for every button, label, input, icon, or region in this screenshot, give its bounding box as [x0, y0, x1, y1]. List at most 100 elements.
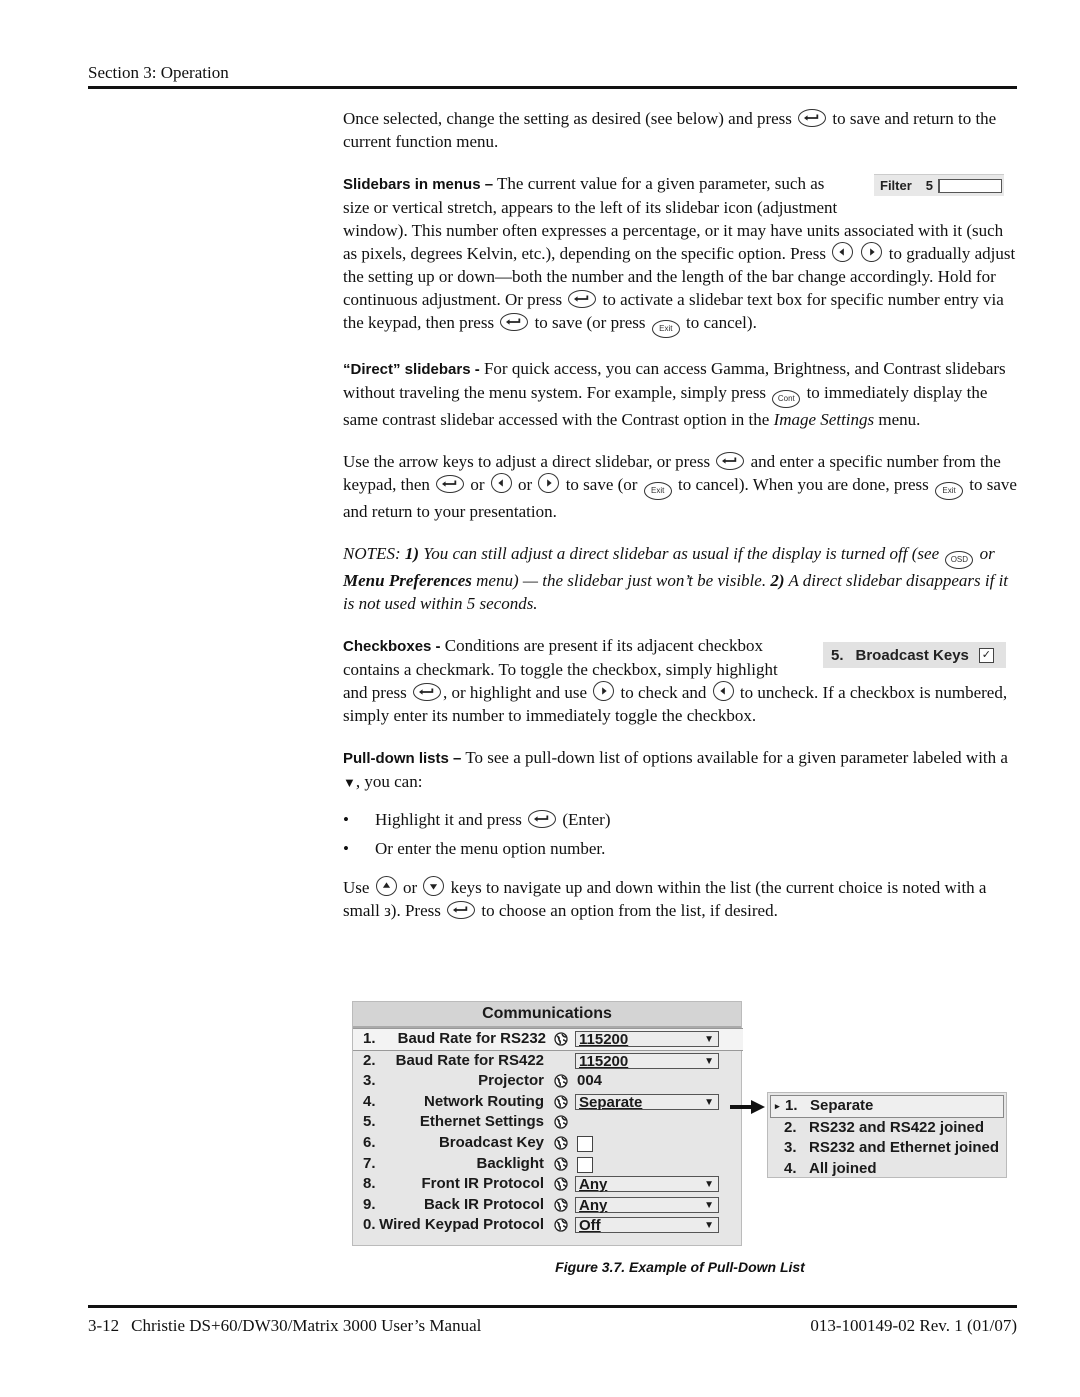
checkbox-label: Broadcast Keys	[855, 646, 969, 664]
dropdown-value: 115200	[579, 1031, 629, 1048]
menu-row-label: Network Routing	[424, 1092, 544, 1110]
popup-option-label: Separate	[810, 1097, 874, 1114]
checkboxes-heading: Checkboxes -	[343, 638, 441, 655]
notes-text: or	[975, 544, 995, 563]
enter-key-icon	[436, 475, 465, 493]
popup-option[interactable]: ▸ 1. Separate	[770, 1095, 1004, 1118]
left-arrow-key-icon	[832, 242, 854, 262]
menu-row[interactable]: 2. Baud Rate for RS422 115200 ▼	[353, 1051, 741, 1072]
filter-label: Filter	[880, 178, 912, 193]
menu-row[interactable]: 3. Projector 004	[353, 1071, 741, 1092]
dropdown-arrow-icon: ▼	[704, 1096, 714, 1108]
navigate-text: or	[402, 878, 418, 897]
pulldown-steps-list: • Highlight it and press (Enter) • Or en…	[343, 808, 1018, 860]
menu-row-label: Ethernet Settings	[419, 1113, 544, 1131]
dropdown-select[interactable]: Off ▼	[575, 1217, 719, 1234]
globe-icon	[554, 1074, 568, 1088]
menu-row-label: Baud Rate for RS422	[395, 1051, 544, 1069]
menu-row[interactable]: 6. Broadcast Key	[353, 1133, 741, 1154]
direct-slidebars-heading: “Direct” slidebars -	[343, 361, 480, 378]
dropdown-arrow-icon: ▼	[704, 1179, 714, 1191]
popup-option[interactable]: 2. RS232 and RS422 joined	[768, 1118, 1006, 1139]
osd-key-icon: OSD	[945, 551, 974, 569]
bullet-icon: •	[343, 839, 349, 858]
note-number: 2)	[770, 571, 785, 590]
up-arrow-key-icon	[375, 876, 397, 896]
menu-row[interactable]: 7. Backlight	[353, 1154, 741, 1175]
slidebars-text: to save (or press	[534, 313, 646, 332]
popup-option[interactable]: 3. RS232 and Ethernet joined	[768, 1138, 1006, 1159]
dropdown-select[interactable]: Any ▼	[575, 1176, 719, 1194]
enter-key-icon	[798, 109, 827, 127]
list-item: • Highlight it and press (Enter)	[343, 808, 1018, 831]
intro-text: Once selected, change the setting as des…	[343, 109, 792, 128]
menu-row-label: Broadcast Key	[438, 1133, 544, 1151]
dropdown-value: 115200	[579, 1052, 629, 1070]
notes-text: You can still adjust a direct slidebar a…	[419, 544, 944, 563]
direct-text: menu.	[878, 410, 921, 429]
menu-rows: 1. Baud Rate for RS232 115200 ▼ 2. Baud Rate …	[353, 1028, 743, 1236]
dropdown-select[interactable]: Separate ▼	[575, 1093, 719, 1110]
arrow-text: or	[470, 475, 485, 494]
dropdown-triangle-icon: ▼	[343, 775, 356, 790]
dropdown-value: Any	[579, 1176, 608, 1194]
right-arrow-key-icon	[538, 473, 560, 493]
menu-row[interactable]: 0. Wired Keypad Protocol Off ▼	[353, 1215, 741, 1236]
dropdown-arrow-icon: ▼	[704, 1199, 714, 1211]
pulldown-paragraph: Pull-down lists – To see a pull-down lis…	[343, 746, 1018, 794]
section-header: Section 3: Operation	[88, 62, 1017, 89]
popup-option-number: 4.	[784, 1159, 797, 1177]
list-item: • Or enter the menu option number.	[343, 837, 1018, 860]
notes-paragraph: NOTES: 1) You can still adjust a direct …	[343, 542, 1018, 615]
footer-left: 3-12 Christie DS+60/DW30/Matrix 3000 User…	[88, 1316, 481, 1336]
arrow-text: or	[518, 475, 533, 494]
globe-icon	[554, 1156, 568, 1171]
right-arrow-key-icon	[593, 681, 615, 701]
popup-items: ▸ 1. Separate 2. RS232 and RS422 joined 3. RS2…	[768, 1095, 1006, 1179]
dropdown-select[interactable]: Any ▼	[575, 1196, 719, 1214]
menu-row-number: 7.	[363, 1154, 376, 1172]
menu-row[interactable]: 4. Network Routing Separate ▼	[353, 1092, 741, 1113]
menu-row[interactable]: 1. Baud Rate for RS232 115200 ▼	[353, 1028, 743, 1051]
right-arrow-key-icon	[861, 242, 883, 262]
list-item-text: (Enter)	[562, 810, 611, 829]
checkbox[interactable]	[577, 1135, 593, 1152]
pulldown-text: , you can:	[355, 772, 423, 791]
arrow-text: to save (or	[565, 475, 638, 494]
navigate-paragraph: Use or keys to navigate up and down with…	[343, 876, 1018, 922]
menu-row[interactable]: 9. Back IR Protocol Any ▼	[353, 1195, 741, 1216]
network-routing-popup: ▸ 1. Separate 2. RS232 and RS422 joined 3. RS2…	[767, 1092, 1007, 1178]
slidebars-paragraph: Filter 5 Slidebars in menus – The curren…	[343, 172, 1018, 338]
filter-slidebar	[938, 178, 1003, 193]
checkmark-icon: ✓	[978, 647, 994, 663]
menu-row[interactable]: 8. Front IR Protocol Any ▼	[353, 1174, 741, 1195]
page-content: Once selected, change the setting as des…	[343, 107, 1018, 941]
enter-key-icon	[500, 313, 529, 331]
popup-option-number: 3.	[784, 1139, 797, 1156]
globe-icon	[554, 1198, 568, 1212]
exit-key-icon: Exit	[643, 482, 672, 500]
dropdown-arrow-icon: ▼	[704, 1034, 714, 1045]
page-number: 3-12	[88, 1316, 120, 1335]
dropdown-value: Any	[579, 1196, 608, 1214]
enter-key-icon	[412, 683, 441, 701]
arrow-text: to cancel). When you are done, press	[677, 475, 929, 494]
popup-option-label: All joined	[809, 1159, 877, 1177]
filter-slidebar-example: Filter 5	[874, 174, 1004, 196]
checkboxes-paragraph: 5. Broadcast Keys ✓ Checkboxes - Conditi…	[343, 634, 1018, 727]
popup-option[interactable]: 4. All joined	[768, 1159, 1006, 1180]
checkbox[interactable]	[577, 1156, 593, 1173]
communications-menu: Communications 1. Baud Rate for RS232 1152…	[352, 1001, 743, 1246]
pointer-arrow-icon	[730, 1100, 765, 1114]
enter-key-icon	[528, 810, 557, 828]
menu-row-label: Projector	[478, 1072, 544, 1090]
notes-text: menu) — the slidebar just won’t be visib…	[471, 571, 771, 590]
slidebars-text: to cancel).	[686, 313, 757, 332]
dropdown-select[interactable]: 115200 ▼	[575, 1031, 719, 1048]
menu-row[interactable]: 5. Ethernet Settings	[353, 1112, 741, 1133]
dropdown-arrow-icon: ▼	[704, 1055, 714, 1067]
left-arrow-key-icon	[712, 681, 734, 701]
page-footer: 3-12 Christie DS+60/DW30/Matrix 3000 User…	[88, 1305, 1017, 1336]
cont-key-icon: Cont	[772, 390, 801, 408]
dropdown-select[interactable]: 115200 ▼	[575, 1052, 719, 1070]
